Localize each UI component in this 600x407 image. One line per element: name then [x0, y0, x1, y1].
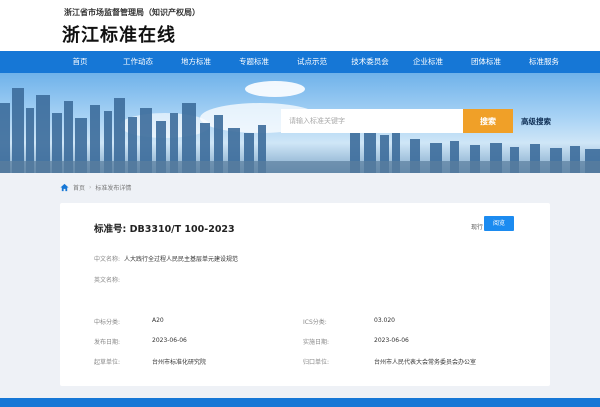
nav-item-local-standards[interactable]: 地方标准: [167, 51, 225, 73]
cn-name-label: 中文名称:: [94, 256, 121, 263]
search-button[interactable]: 搜索: [463, 109, 513, 133]
nav-item-home[interactable]: 首页: [51, 51, 109, 73]
breadcrumb-home[interactable]: 首页: [73, 183, 85, 192]
status-badge: 现行: [471, 224, 484, 231]
field-value: 03.020: [374, 317, 395, 324]
breadcrumb-current: 标准发布详情: [95, 185, 132, 192]
field-label: 中标分类:: [94, 319, 121, 326]
search-input[interactable]: [281, 109, 463, 133]
field-label: 起草单位:: [94, 359, 121, 366]
main-nav: 首页 工作动态 地方标准 专题标准 试点示范 技术委员会 企业标准 团体标准 标…: [0, 51, 600, 73]
nav-item-standard-services[interactable]: 标准服务: [515, 51, 573, 73]
en-name-row: 英文名称:: [94, 275, 120, 284]
nav-item-work-news[interactable]: 工作动态: [109, 51, 167, 73]
site-logo[interactable]: 浙江标准在线: [62, 21, 176, 47]
field-value: 台州市标准化研究院: [152, 359, 207, 366]
field-value: 2023-06-06: [152, 337, 187, 344]
org-name: 浙江省市场监督管理局（知识产权局）: [64, 8, 200, 17]
home-icon[interactable]: [60, 183, 69, 192]
nav-item-pilot-demo[interactable]: 试点示范: [283, 51, 341, 73]
nav-item-tech-committee[interactable]: 技术委员会: [341, 51, 399, 73]
footer-bar: [0, 398, 600, 407]
breadcrumb-separator: ›: [89, 184, 92, 191]
standard-number: 标准号: DB3310/T 100-2023: [94, 224, 235, 235]
nav-item-topic-standards[interactable]: 专题标准: [225, 51, 283, 73]
field-label: 实施日期:: [303, 339, 330, 346]
cn-name-value: 人大践行全过程人民民主基层单元建设规范: [123, 256, 238, 263]
view-button[interactable]: 阅览: [484, 216, 514, 231]
nav-item-group-standards[interactable]: 团体标准: [457, 51, 515, 73]
field-label: ICS分类:: [303, 319, 327, 326]
en-name-label: 英文名称:: [94, 277, 121, 284]
field-label: 发布日期:: [94, 339, 121, 346]
search-bar: 搜索: [281, 109, 513, 133]
advanced-search-link[interactable]: 高级搜索: [521, 116, 551, 127]
field-label: 归口单位:: [303, 359, 330, 366]
field-value: 台州市人民代表大会常务委员会办公室: [374, 359, 477, 366]
cn-name-row: 中文名称: 人大践行全过程人民民主基层单元建设规范: [94, 254, 238, 263]
field-value: A20: [152, 317, 164, 324]
standard-detail-card: 标准号: DB3310/T 100-2023 现行 阅览 中文名称: 人大践行全…: [60, 203, 550, 386]
top-header: 浙江省市场监督管理局（知识产权局） 浙江标准在线: [0, 0, 600, 51]
breadcrumb: 首页 › 标准发布详情: [60, 183, 131, 192]
nav-item-enterprise-standards[interactable]: 企业标准: [399, 51, 457, 73]
field-value: 2023-06-06: [374, 337, 409, 344]
